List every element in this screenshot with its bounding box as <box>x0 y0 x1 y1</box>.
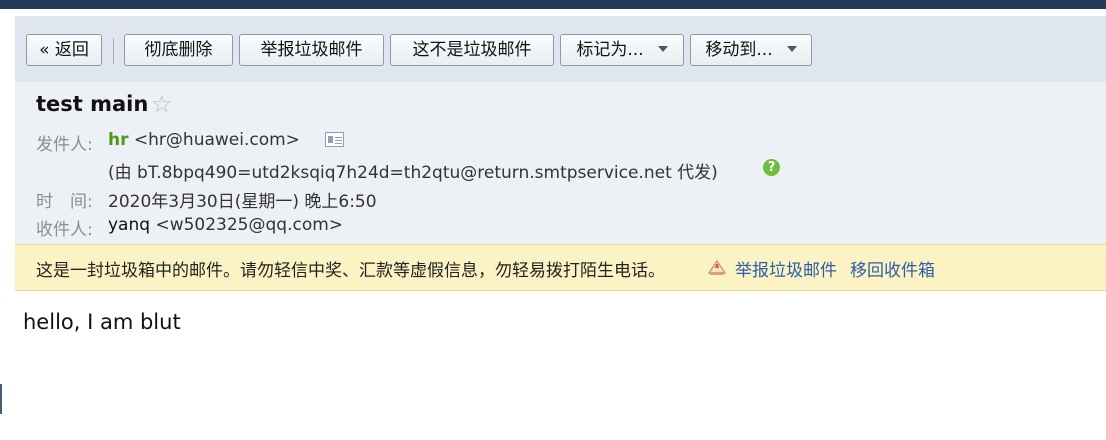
email-subject: test main <box>36 92 149 116</box>
help-icon[interactable]: ? <box>763 159 780 176</box>
on-behalf-text: (由 bT.8bpq490=utd2ksqiq7h24d=th2qtu@retu… <box>108 163 718 183</box>
left-edge-mark <box>0 384 2 414</box>
back-button[interactable]: « 返回 <box>26 34 102 66</box>
report-spam-button[interactable]: 举报垃圾邮件 <box>239 34 384 66</box>
window-top-bar <box>0 0 1106 9</box>
toolbar-separator <box>113 38 114 64</box>
time-value: 2020年3月30日(星期一) 晚上6:50 <box>108 192 377 212</box>
not-spam-button[interactable]: 这不是垃圾邮件 <box>390 34 554 66</box>
recipient: yanq <w502325@qq.com> <box>108 215 343 235</box>
sender-name[interactable]: hr <box>108 130 129 150</box>
spam-warning-text: 这是一封垃圾箱中的邮件。请勿轻信中奖、汇款等虚假信息，勿轻易拨打陌生电话。 <box>36 261 665 281</box>
mark-as-dropdown[interactable]: 标记为... <box>560 34 684 66</box>
move-to-inbox-link[interactable]: 移回收件箱 <box>850 256 935 281</box>
email-header: test main ☆ 发件人: hr <hr@huawei.com> (由 b… <box>15 82 1106 244</box>
chevron-down-icon <box>657 46 668 52</box>
email-toolbar: « 返回 彻底删除 举报垃圾邮件 这不是垃圾邮件 标记为... 移动到... <box>15 16 1106 83</box>
sender-address: <hr@huawei.com> <box>133 130 300 150</box>
left-edge <box>0 9 15 440</box>
report-flag-icon <box>707 259 727 275</box>
star-icon[interactable]: ☆ <box>151 90 173 118</box>
chevron-down-icon <box>786 46 797 52</box>
email-body: hello, I am blut <box>23 310 181 334</box>
mark-as-label: 标记为... <box>576 40 644 60</box>
from-label: 发件人: <box>36 135 93 155</box>
report-spam-link[interactable]: 举报垃圾邮件 <box>735 256 837 281</box>
recipient-name[interactable]: yanq <box>108 215 150 235</box>
move-to-dropdown[interactable]: 移动到... <box>690 34 812 66</box>
to-label: 收件人: <box>36 220 93 240</box>
sender: hr <hr@huawei.com> <box>108 130 300 150</box>
recipient-address: <w502325@qq.com> <box>155 215 344 235</box>
move-to-label: 移动到... <box>705 40 773 60</box>
delete-permanently-button[interactable]: 彻底删除 <box>124 34 233 66</box>
contact-card-icon[interactable] <box>325 132 344 147</box>
spam-warning-banner: 这是一封垃圾箱中的邮件。请勿轻信中奖、汇款等虚假信息，勿轻易拨打陌生电话。 举报… <box>15 244 1106 291</box>
email-view: « 返回 彻底删除 举报垃圾邮件 这不是垃圾邮件 标记为... 移动到... t… <box>15 9 1106 440</box>
time-label: 时 间: <box>36 192 93 212</box>
